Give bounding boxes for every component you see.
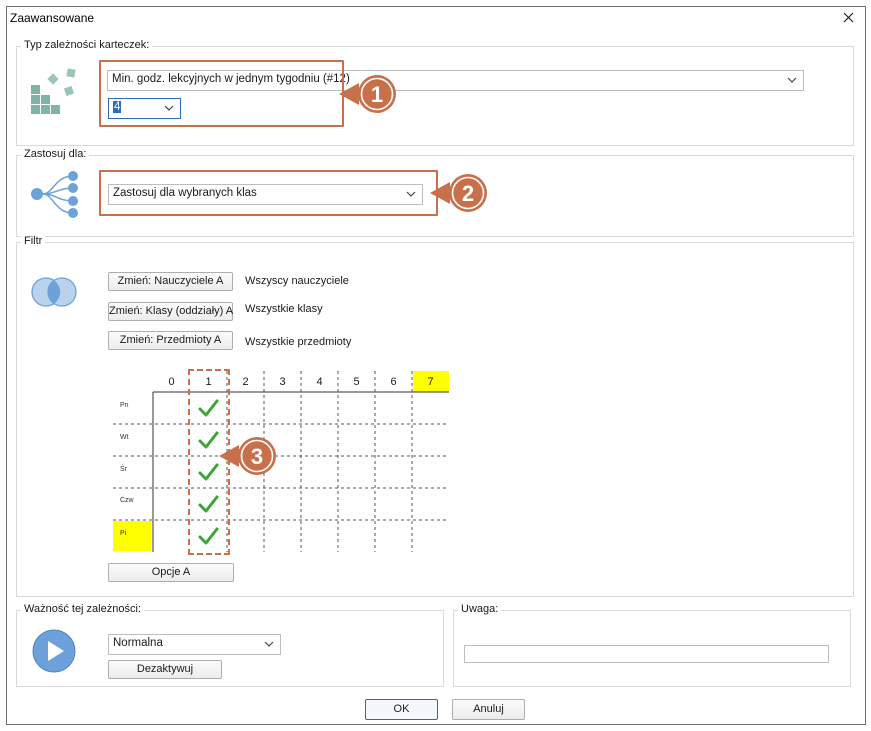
play-icon	[32, 629, 76, 673]
column-label-7: 7	[427, 376, 434, 388]
importance-select[interactable]: Normalna	[108, 634, 281, 655]
callout-number-3: 3	[251, 444, 263, 469]
cancel-button[interactable]: Anuluj	[452, 699, 525, 720]
column-label-4: 4	[316, 376, 323, 388]
column-label-2: 2	[242, 376, 249, 388]
column-label-5: 5	[353, 376, 360, 388]
day-label-wt: Wt	[120, 434, 129, 441]
day-label-pi: Pi	[120, 530, 127, 537]
ok-button[interactable]: OK	[365, 699, 438, 720]
column-label-3: 3	[279, 376, 286, 388]
day-label-pn: Pn	[120, 402, 129, 409]
period-grid[interactable]: 0 1 2 3 4 5 6 7 Pn Wt Śr Czw Pi	[7, 7, 449, 552]
note-group-label: Uwaga:	[458, 603, 502, 615]
options-button[interactable]: Opcje A	[108, 563, 234, 582]
column-label-0: 0	[168, 376, 175, 388]
dialog-window: Zaawansowane Typ zależności karteczek: M…	[6, 6, 866, 725]
importance-group-label: Ważność tej zależności:	[21, 603, 144, 615]
importance-value: Normalna	[113, 637, 163, 649]
deactivate-button[interactable]: Dezaktywuj	[108, 660, 222, 679]
day-label-czw: Czw	[120, 497, 134, 504]
note-input[interactable]	[464, 645, 829, 663]
highlight-cell-day-pi	[113, 521, 151, 551]
callout-badge-3: 3	[219, 437, 276, 475]
column-label-6: 6	[390, 376, 397, 388]
chevron-down-icon	[264, 641, 274, 647]
day-label-sr: Śr	[120, 466, 127, 473]
